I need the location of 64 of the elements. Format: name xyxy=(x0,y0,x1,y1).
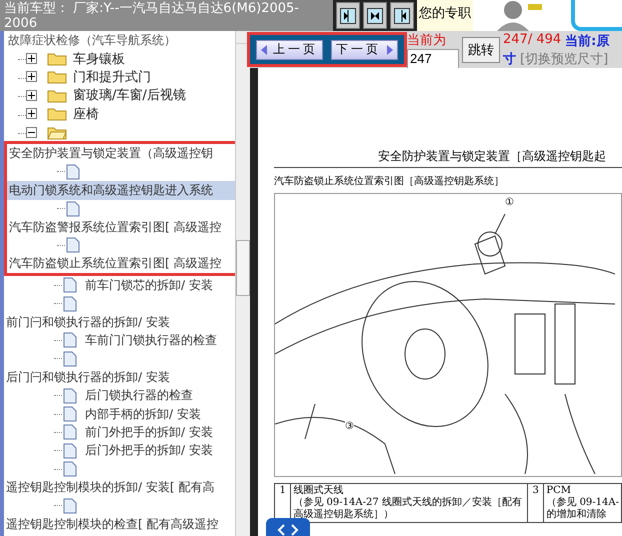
tree-folder[interactable]: 车身镶板 xyxy=(4,49,236,68)
document-icon xyxy=(63,442,77,459)
document-icon xyxy=(63,350,77,367)
table-cell: PCM （参见 09-14A- 的增加和清除 xyxy=(544,484,622,522)
document-icon xyxy=(66,237,80,254)
promo-text: 您的专职 xyxy=(417,0,473,31)
callout-number: ① xyxy=(505,196,514,208)
next-page-button[interactable]: 下一页 xyxy=(331,40,398,60)
vehicle-title: 当前车型： 厂家:Y--一汽马自达马自达6(M6)2005-2006 xyxy=(0,0,333,31)
view-toggle-button[interactable] xyxy=(363,2,387,29)
tree-item[interactable]: 遥控钥匙控制模块的拆卸/ 安装[ 配有高 xyxy=(4,478,236,497)
tree-heading[interactable]: 故障症状检修（汽车导航系统） xyxy=(4,31,236,50)
tree-item[interactable]: 电动门锁系统和高级遥控钥匙进入系统 xyxy=(7,181,236,200)
expander-icon[interactable] xyxy=(26,53,37,64)
chevrons-icon xyxy=(277,524,299,536)
document-subtitle: 汽车防盗锁止系统位置索引图［高级遥控钥匙系统］ xyxy=(274,174,505,188)
tree-folder[interactable]: 门和提升式门 xyxy=(4,68,236,86)
expander-icon[interactable] xyxy=(26,90,37,101)
document-icon xyxy=(63,406,77,422)
tree-item[interactable]: 前门外把手的拆卸/ 安装 xyxy=(4,423,236,442)
tree-item[interactable]: 前门闩和锁执行器的拆卸/ 安装 xyxy=(4,312,236,332)
view-mode: 当前:原 xyxy=(565,32,610,50)
callout-number: ③ xyxy=(345,420,354,432)
document-icon xyxy=(63,388,77,404)
document-icon xyxy=(63,277,77,294)
tree-item[interactable]: 内部手柄的拆卸/ 安装 xyxy=(4,404,236,424)
tree-item[interactable]: 汽车防盗警报系统位置索引图[ 高级遥控 xyxy=(7,218,236,236)
tree-folder[interactable]: 座椅 xyxy=(4,104,236,123)
folder-icon xyxy=(47,69,67,84)
document-icon xyxy=(63,332,77,348)
tree-item[interactable]: 前车门锁芯的拆卸/ 安装 xyxy=(4,276,236,294)
tree-item[interactable]: 后门闩和锁执行器的拆卸/ 安装 xyxy=(4,368,236,386)
document-icon xyxy=(63,424,77,440)
document-icon xyxy=(66,164,80,180)
expander-icon[interactable] xyxy=(26,126,37,138)
view-toggle-button[interactable] xyxy=(390,2,414,29)
document-icon xyxy=(66,200,80,217)
tree-item[interactable]: 后门外把手的拆卸/ 安装 xyxy=(4,442,236,460)
tree-item[interactable]: 后门锁执行器的检查 xyxy=(4,386,236,405)
page-label: 当前为 xyxy=(407,32,447,48)
tree-item[interactable]: 车前门门锁执行器的检查 xyxy=(4,331,236,350)
folder-icon xyxy=(47,124,67,140)
expander-icon[interactable] xyxy=(26,71,37,82)
document-title: 安全防护装置与锁定装置［高级遥控钥匙起 xyxy=(274,148,622,168)
document-icon xyxy=(63,461,77,478)
page-count: 247/ 494 xyxy=(503,32,562,48)
folder-icon xyxy=(47,51,67,66)
tree-folder[interactable]: 窗玻璃/车窗/后视镜 xyxy=(4,86,236,105)
document-icon xyxy=(63,296,77,312)
document-icon xyxy=(63,498,77,514)
view-mode-text: 寸 xyxy=(503,50,516,68)
expander-icon[interactable] xyxy=(26,108,37,120)
tree-item[interactable]: 安全防护装置与锁定装置（高级遥控钥 xyxy=(7,144,236,163)
tree-item[interactable]: 汽车防盗锁止系统位置索引图[ 高级遥控 xyxy=(7,254,236,274)
scrollbar[interactable] xyxy=(235,31,250,536)
folder-icon xyxy=(47,106,67,122)
jump-button[interactable]: 跳转 xyxy=(462,36,500,62)
folder-icon xyxy=(47,88,67,103)
table-cell: 3 xyxy=(527,484,544,522)
page-input[interactable]: 247 xyxy=(407,48,459,68)
previous-page-button[interactable]: 上一页 xyxy=(256,40,323,60)
view-toggle-button[interactable] xyxy=(336,2,360,29)
tree-item[interactable]: 遥控钥匙控制模块的检查[ 配有高级遥控 xyxy=(4,515,236,534)
page-toggle-button[interactable] xyxy=(266,518,310,536)
